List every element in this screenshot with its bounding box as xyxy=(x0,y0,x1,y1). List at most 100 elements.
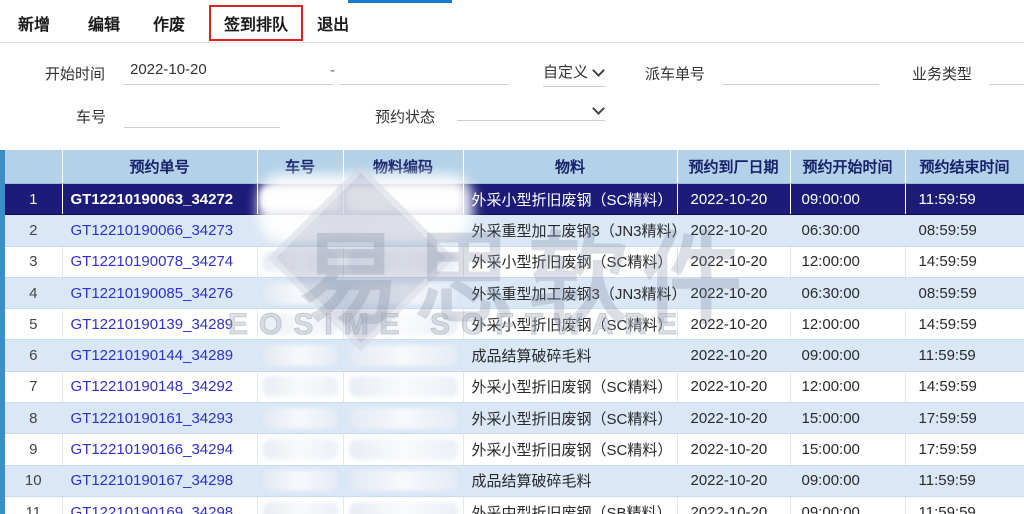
order-no-link[interactable]: GT12210190144_34289 xyxy=(71,347,234,364)
col-header-start-time[interactable]: 预约开始时间 xyxy=(790,150,905,184)
table-row[interactable]: 7 GT12210190148_34292 外采小型折旧废钢（SC精料） 202… xyxy=(5,371,1024,402)
order-no-cell: GT12210190085_34276 xyxy=(62,277,257,308)
end-time-cell: 14:59:59 xyxy=(905,309,1024,340)
row-number-cell: 3 xyxy=(5,246,62,277)
table-row[interactable]: 10 GT12210190167_34298 成品结算破碎毛料 2022-10-… xyxy=(5,465,1024,496)
order-no-link[interactable]: GT12210190169_34298 xyxy=(71,504,234,514)
table-body: 1 GT12210190063_34272 外采小型折旧废钢（SC精料） 202… xyxy=(5,184,1024,514)
redacted-blur xyxy=(349,220,458,241)
row-number-cell: 9 xyxy=(5,434,62,465)
end-time-cell: 14:59:59 xyxy=(905,371,1024,402)
table-row[interactable]: 6 GT12210190144_34289 成品结算破碎毛料 2022-10-2… xyxy=(5,340,1024,371)
order-no-cell: GT12210190063_34272 xyxy=(62,184,257,215)
col-header-material-code[interactable]: 物料编码 xyxy=(343,150,463,184)
vehicle-no-label: 车号 xyxy=(76,106,106,127)
redacted-blur xyxy=(263,439,338,460)
end-time-input[interactable] xyxy=(340,59,508,85)
redacted-blur xyxy=(349,345,458,366)
order-no-link[interactable]: GT12210190167_34298 xyxy=(71,472,234,489)
table-row[interactable]: 5 GT12210190139_34289 外采小型折旧废钢（SC精料） 202… xyxy=(5,309,1024,340)
table-row[interactable]: 1 GT12210190063_34272 外采小型折旧废钢（SC精料） 202… xyxy=(5,184,1024,215)
redacted-blur xyxy=(349,251,458,272)
range-preset-select[interactable]: 自定义 xyxy=(543,61,605,87)
row-number-cell: 7 xyxy=(5,371,62,402)
col-header-rownum[interactable] xyxy=(5,150,62,184)
order-no-link[interactable]: GT12210190063_34272 xyxy=(71,191,234,208)
table-row[interactable]: 3 GT12210190078_34274 外采小型折旧废钢（SC精料） 202… xyxy=(5,246,1024,277)
order-no-link[interactable]: GT12210190161_34293 xyxy=(71,410,234,427)
col-header-vehicle-no[interactable]: 车号 xyxy=(257,150,343,184)
material-cell: 外采中型折旧废钢（SB精料） xyxy=(463,496,677,514)
material-cell: 成品结算破碎毛料 xyxy=(463,465,677,496)
menu-item-edit[interactable]: 编辑 xyxy=(88,11,120,35)
row-number-cell: 11 xyxy=(5,496,62,514)
start-time-cell: 09:00:00 xyxy=(790,496,905,514)
dispatch-no-input[interactable] xyxy=(722,59,879,85)
start-time-input[interactable] xyxy=(124,59,334,85)
table-row[interactable]: 4 GT12210190085_34276 外采重型加工废钢3（JN3精料） 2… xyxy=(5,277,1024,308)
material-code-cell xyxy=(343,184,463,215)
material-cell: 外采小型折旧废钢（SC精料） xyxy=(463,403,677,434)
redacted-blur xyxy=(263,345,338,366)
table-row[interactable]: 2 GT12210190066_34273 外采重型加工废钢3（JN3精料） 2… xyxy=(5,215,1024,246)
material-code-cell xyxy=(343,371,463,402)
col-header-end-time[interactable]: 预约结束时间 xyxy=(905,150,1024,184)
start-time-cell: 12:00:00 xyxy=(790,371,905,402)
order-no-link[interactable]: GT12210190148_34292 xyxy=(71,378,234,395)
redacted-blur xyxy=(349,470,458,491)
chevron-down-icon xyxy=(592,102,605,115)
order-no-link[interactable]: GT12210190085_34276 xyxy=(71,285,234,302)
order-no-link[interactable]: GT12210190166_34294 xyxy=(71,441,234,458)
end-time-cell: 17:59:59 xyxy=(905,403,1024,434)
material-cell: 成品结算破碎毛料 xyxy=(463,340,677,371)
end-time-cell: 08:59:59 xyxy=(905,277,1024,308)
order-no-link[interactable]: GT12210190139_34289 xyxy=(71,316,234,333)
redacted-blur xyxy=(349,502,458,514)
vehicle-no-cell xyxy=(257,184,343,215)
appointments-table: 预约单号 车号 物料编码 物料 预约到厂日期 预约开始时间 预约结束时间 1 G… xyxy=(5,150,1024,514)
col-header-order-no[interactable]: 预约单号 xyxy=(62,150,257,184)
date-range-separator: - xyxy=(330,62,335,79)
status-select[interactable] xyxy=(457,104,605,121)
material-cell: 外采小型折旧废钢（SC精料） xyxy=(463,184,677,215)
vehicle-no-input[interactable] xyxy=(124,102,280,128)
menu-item-exit[interactable]: 退出 xyxy=(317,11,349,35)
arrival-date-cell: 2022-10-20 xyxy=(677,277,790,308)
redacted-blur xyxy=(263,283,338,304)
toolbar: 新增 编辑 作废 签到排队 退出 xyxy=(0,3,1024,43)
menu-item-checkin-queue[interactable]: 签到排队 xyxy=(209,5,303,41)
col-header-material[interactable]: 物料 xyxy=(463,150,677,184)
arrival-date-cell: 2022-10-20 xyxy=(677,340,790,371)
table-row[interactable]: 11 GT12210190169_34298 外采中型折旧废钢（SB精料） 20… xyxy=(5,496,1024,514)
vehicle-no-cell xyxy=(257,465,343,496)
redacted-blur xyxy=(263,470,338,491)
redacted-blur xyxy=(263,251,338,272)
redacted-blur xyxy=(263,314,338,335)
arrival-date-cell: 2022-10-20 xyxy=(677,465,790,496)
menu-item-new[interactable]: 新增 xyxy=(18,11,50,35)
arrival-date-cell: 2022-10-20 xyxy=(677,184,790,215)
end-time-cell: 14:59:59 xyxy=(905,246,1024,277)
start-time-cell: 06:30:00 xyxy=(790,215,905,246)
app-window: 新增 编辑 作废 签到排队 退出 开始时间 - 自定义 派车单号 业务类型 车号… xyxy=(0,0,1024,514)
business-type-label: 业务类型 xyxy=(912,63,972,84)
material-code-cell xyxy=(343,465,463,496)
table-row[interactable]: 8 GT12210190161_34293 外采小型折旧废钢（SC精料） 202… xyxy=(5,403,1024,434)
col-header-arrival-date[interactable]: 预约到厂日期 xyxy=(677,150,790,184)
row-number-cell: 1 xyxy=(5,184,62,215)
table-row[interactable]: 9 GT12210190166_34294 外采小型折旧废钢（SC精料） 202… xyxy=(5,434,1024,465)
order-no-cell: GT12210190161_34293 xyxy=(62,403,257,434)
vehicle-no-cell xyxy=(257,246,343,277)
redacted-blur xyxy=(263,502,338,514)
business-type-input[interactable] xyxy=(989,59,1024,85)
order-no-link[interactable]: GT12210190066_34273 xyxy=(71,222,234,239)
order-no-link[interactable]: GT12210190078_34274 xyxy=(71,253,234,270)
status-label: 预约状态 xyxy=(375,106,435,127)
menu-item-void[interactable]: 作废 xyxy=(153,11,185,35)
dispatch-no-label: 派车单号 xyxy=(645,63,705,84)
vehicle-no-cell xyxy=(257,277,343,308)
order-no-cell: GT12210190144_34289 xyxy=(62,340,257,371)
arrival-date-cell: 2022-10-20 xyxy=(677,309,790,340)
redacted-blur xyxy=(346,187,461,211)
arrival-date-cell: 2022-10-20 xyxy=(677,496,790,514)
